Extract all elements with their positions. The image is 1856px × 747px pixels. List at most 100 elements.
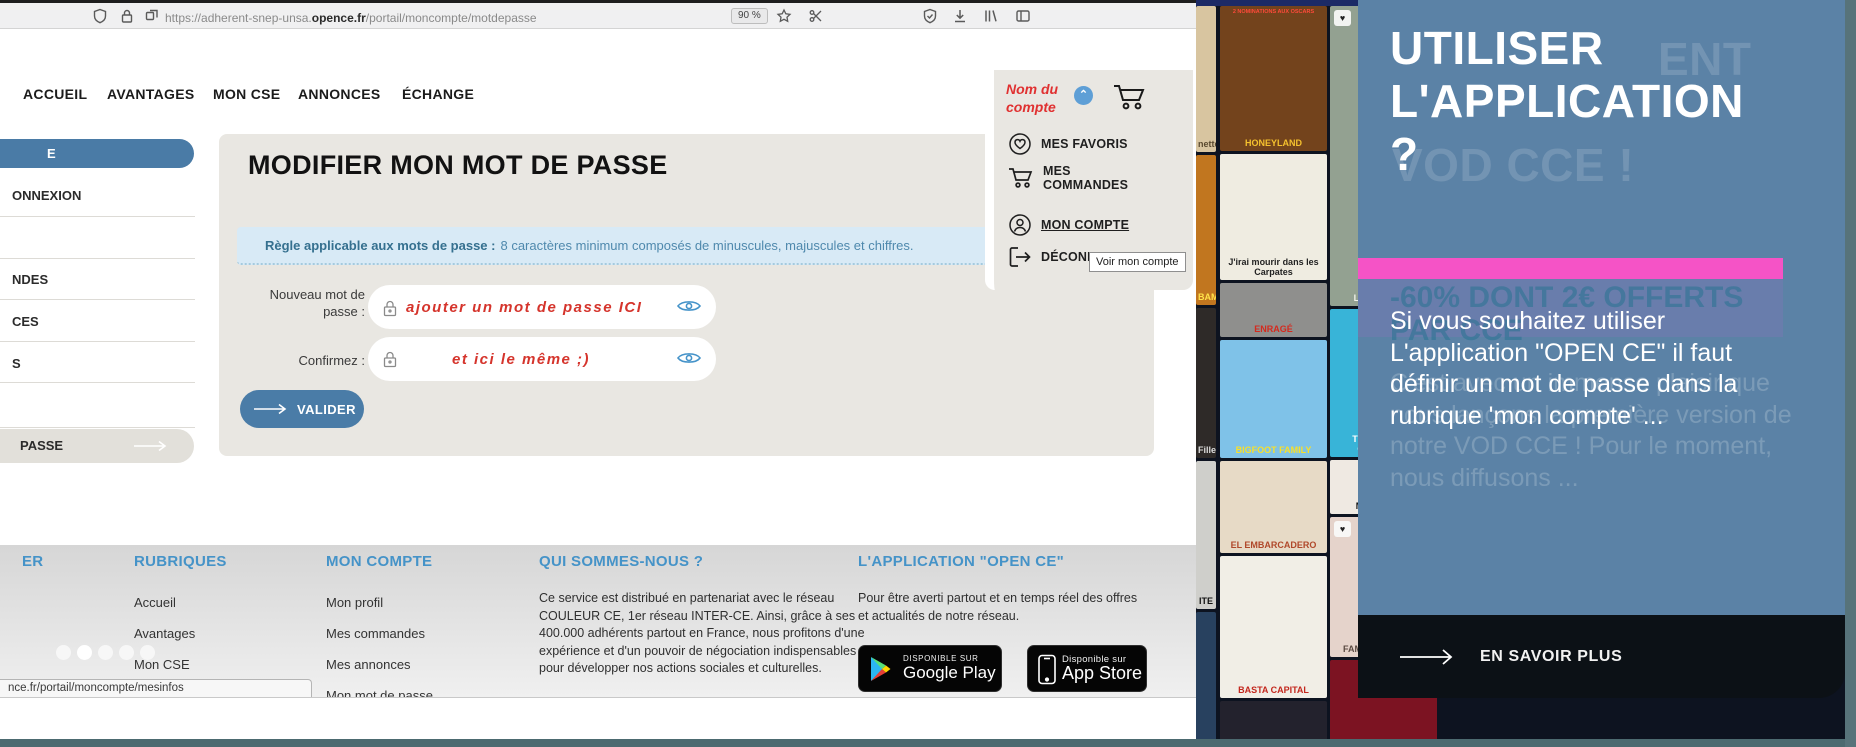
google-play-icon: [871, 657, 891, 681]
movie-poster[interactable]: nette: [1196, 6, 1216, 152]
footer-link-mon-mot-de-passe[interactable]: Mon mot de passe: [326, 688, 433, 697]
menu-item-mon-compte[interactable]: MON COMPTE: [1008, 213, 1151, 237]
carousel-dot[interactable]: [119, 645, 134, 660]
tracking-protection-icon[interactable]: [922, 8, 938, 24]
zoom-level-indicator[interactable]: 90 %: [731, 8, 768, 24]
footer: ER RUBRIQUES Accueil Avantages Mon CSE M…: [0, 545, 1196, 697]
nav-item-annonces[interactable]: ANNONCES: [298, 86, 381, 102]
movie-poster[interactable]: BAMAKO: [1196, 155, 1216, 305]
background-edge-strip: [1845, 0, 1856, 747]
bookmark-star-icon[interactable]: [776, 8, 792, 24]
nav-item-echange[interactable]: ÉCHANGE: [402, 86, 474, 102]
cart-icon: [1009, 168, 1033, 188]
carousel-dot[interactable]: [56, 645, 71, 660]
shield-permissions-icon[interactable]: [92, 8, 108, 24]
chevron-up-icon[interactable]: ⌃: [1074, 86, 1093, 105]
poster-title: BIGFOOT FAMILY: [1235, 445, 1312, 455]
cta-label: EN SAVOIR PLUS: [1480, 647, 1623, 665]
footer-link-mon-profil[interactable]: Mon profil: [326, 595, 383, 610]
nav-item-avantages[interactable]: AVANTAGES: [107, 86, 194, 102]
favorite-heart-icon[interactable]: ♥: [1334, 10, 1351, 26]
poster-note: 2 NOMINATIONS AUX OSCARS: [1232, 9, 1315, 15]
valider-button[interactable]: VALIDER: [240, 390, 364, 428]
nav-item-mon-cse[interactable]: MON CSE: [213, 86, 280, 102]
screenshot-tool-icon[interactable]: [808, 8, 824, 24]
app-store-badge[interactable]: Disponible sur App Store: [1027, 645, 1147, 692]
arrow-right-icon: [1400, 648, 1453, 665]
downloads-icon[interactable]: [952, 8, 968, 24]
sidebar-item-favoris[interactable]: S: [12, 356, 21, 371]
sidebar-item-annonces[interactable]: CES: [12, 314, 39, 329]
taskbar: [0, 739, 1845, 747]
footer-qui-sommes-text: Ce service est distribué en partenariat …: [539, 591, 865, 675]
voir-mon-compte-tooltip: Voir mon compte: [1089, 252, 1186, 272]
screen: https://adherent-snep-unsa.opence.fr/por…: [0, 0, 1856, 747]
poster-title: HONEYLAND: [1244, 138, 1302, 148]
sidebar-item-commandes[interactable]: NDES: [12, 272, 48, 287]
show-confirm-password-button[interactable]: [674, 348, 704, 370]
carousel-dot[interactable]: [140, 645, 155, 660]
nav-item-accueil[interactable]: ACCUEIL: [23, 86, 87, 102]
lock-icon[interactable]: [119, 8, 135, 24]
poster-title: Fille: [1198, 445, 1216, 455]
sidebar-divider: [0, 427, 195, 428]
en-savoir-plus-button[interactable]: EN SAVOIR PLUS: [1358, 615, 1845, 698]
show-password-button[interactable]: [674, 296, 704, 318]
url-bar[interactable]: https://adherent-snep-unsa.opence.fr/por…: [165, 11, 537, 25]
menu-label: MES COMMANDES: [1043, 164, 1129, 192]
sidebar-item-active[interactable]: E: [0, 139, 194, 168]
promo-slide: ENT VOD CCE ! UTILISER L'APPLICATION ? -…: [1358, 0, 1845, 615]
browser-toolbar: https://adherent-snep-unsa.opence.fr/por…: [0, 3, 1196, 29]
new-password-input[interactable]: [368, 285, 716, 329]
footer-qui-sommes-heading: QUI SOMMES-NOUS ?: [539, 553, 704, 570]
movie-poster[interactable]: Fille: [1196, 308, 1216, 458]
sidebar-item-connexion[interactable]: ONNEXION: [12, 188, 81, 203]
menu-item-mes-commandes[interactable]: MES COMMANDES: [1008, 164, 1129, 192]
google-play-badge[interactable]: DISPONIBLE SUR Google Play: [858, 645, 1002, 692]
valider-label: VALIDER: [297, 401, 356, 417]
new-password-label: Nouveau mot de passe :: [269, 287, 365, 319]
footer-link-avantages[interactable]: Avantages: [134, 626, 195, 641]
movie-poster[interactable]: 2 NOMINATIONS AUX OSCARS HONEYLAND: [1220, 6, 1327, 151]
cart-icon[interactable]: [1112, 82, 1148, 112]
sidebar-item-label: PASSE: [20, 438, 64, 453]
movie-poster[interactable]: EL EMBARCADERO: [1220, 461, 1327, 553]
carousel-dots: [56, 645, 155, 660]
poster-title: BAMAKO: [1198, 292, 1216, 302]
movie-poster[interactable]: ENRAGÉ: [1220, 283, 1327, 337]
footer-link-mes-annonces[interactable]: Mes annonces: [326, 657, 411, 672]
favorite-heart-icon[interactable]: ♥: [1334, 521, 1351, 537]
browser-window: https://adherent-snep-unsa.opence.fr/por…: [0, 0, 1196, 698]
sidebar-toggle-icon[interactable]: [1015, 8, 1031, 24]
movie-poster[interactable]: BASTA CAPITAL: [1220, 556, 1327, 698]
arrow-right-icon: [254, 403, 287, 415]
poster-title: nette: [1198, 139, 1216, 149]
promo-card: ENT VOD CCE ! UTILISER L'APPLICATION ? -…: [1358, 0, 1845, 698]
rule-text: 8 caractères minimum composés de minuscu…: [500, 237, 914, 253]
carousel-dot-active[interactable]: [77, 645, 92, 660]
sidebar-divider: [0, 341, 195, 342]
movie-poster[interactable]: CER RIQUE: [1196, 612, 1216, 747]
container-tab-icon[interactable]: [144, 8, 160, 24]
footer-link-mes-commandes[interactable]: Mes commandes: [326, 626, 425, 641]
footer-link-accueil[interactable]: Accueil: [134, 595, 176, 610]
account-name[interactable]: Nom du compte: [1006, 80, 1058, 116]
library-icon[interactable]: [983, 8, 999, 24]
footer-mon-compte-heading: MON COMPTE: [326, 553, 433, 570]
menu-item-mes-favoris[interactable]: MES FAVORIS: [1008, 132, 1151, 156]
confirm-password-input[interactable]: [368, 337, 716, 381]
movie-poster[interactable]: ITE: [1196, 461, 1216, 609]
poster-title: ITE: [1198, 596, 1213, 606]
sidebar-divider: [0, 382, 195, 383]
menu-label: MON COMPTE: [1041, 218, 1130, 232]
movie-poster[interactable]: BIGFOOT FAMILY: [1220, 340, 1327, 458]
carousel-dot[interactable]: [98, 645, 113, 660]
footer-contact-heading: ER: [22, 553, 44, 570]
badge-line2: App Store: [1062, 663, 1143, 683]
movie-poster[interactable]: J'irai mourir dans les Carpates: [1220, 154, 1327, 280]
badge-line2: Google Play: [903, 663, 996, 682]
footer-rubriques-heading: RUBRIQUES: [134, 553, 227, 570]
rule-label: Règle applicable aux mots de passe :: [265, 237, 496, 253]
sidebar-item-mot-de-passe[interactable]: PASSE: [0, 429, 194, 463]
phone-icon: [1038, 654, 1056, 685]
